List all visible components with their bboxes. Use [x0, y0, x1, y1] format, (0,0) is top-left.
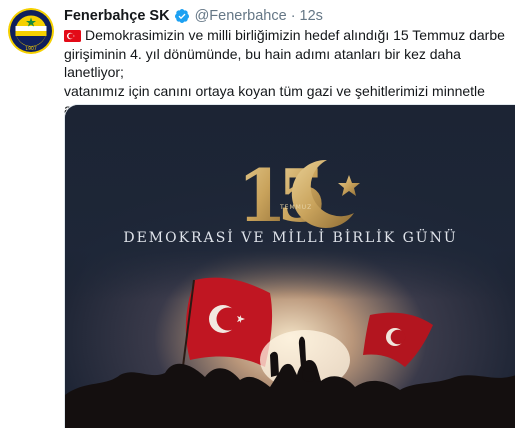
- image-caption: DEMOKRASİ VE MİLLİ BİRLİK GÜNÜ: [123, 230, 458, 246]
- tweet-text-line: vatanımız için canını ortaya koyan tüm g…: [64, 82, 485, 99]
- tweet-header: Fenerbahçe SK @Fenerbahce · 12s: [64, 6, 507, 26]
- tweet-text-line: girişiminin 4. yıl dönümünde, bu hain ad…: [64, 45, 461, 81]
- avatar[interactable]: 1907: [8, 8, 54, 54]
- verified-badge-icon: [174, 9, 189, 23]
- user-handle[interactable]: @Fenerbahce: [195, 8, 287, 24]
- month-label: TEMMUZ: [279, 204, 312, 211]
- separator-dot: ·: [290, 8, 296, 24]
- crest-year: 1907: [25, 46, 37, 52]
- tweet-media-image[interactable]: 1 5 TEMMUZ DEMOKRASİ VE MİLLİ BİRLİK GÜN…: [64, 104, 515, 428]
- tweet-timestamp[interactable]: 12s: [300, 8, 323, 24]
- turkey-flag-icon: [64, 30, 81, 42]
- tweet-text-segment: Demokrasimizin ve milli birliğimizin hed…: [85, 27, 505, 43]
- display-name[interactable]: Fenerbahçe SK: [64, 8, 170, 24]
- tweet-text-line: Demokrasimizin ve milli birliğimizin hed…: [64, 26, 510, 45]
- fenerbahce-crest-icon: 1907: [8, 8, 54, 54]
- commemoration-artwork: 1 5 TEMMUZ: [65, 105, 515, 428]
